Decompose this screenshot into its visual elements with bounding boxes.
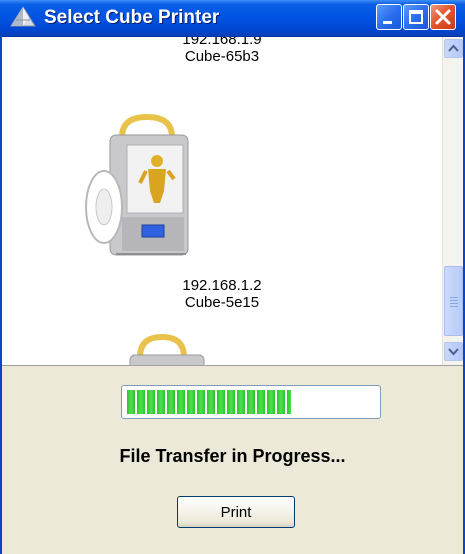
printer-item[interactable]: 192.168.1.2 Cube-5e15 xyxy=(2,107,442,317)
status-text: File Transfer in Progress... xyxy=(119,446,346,466)
maximize-button[interactable] xyxy=(403,4,429,30)
print-button[interactable]: Print xyxy=(177,496,295,528)
scroll-up-button[interactable] xyxy=(444,39,463,58)
window-title: Select Cube Printer xyxy=(44,7,220,28)
scrollbar-thumb[interactable] xyxy=(444,266,463,336)
cube-printer-icon xyxy=(129,333,205,365)
minimize-icon xyxy=(383,21,392,24)
chevron-up-icon xyxy=(448,44,459,52)
printer-name: Cube-5e15 xyxy=(184,294,260,311)
vertical-scrollbar[interactable] xyxy=(442,37,463,365)
close-button[interactable] xyxy=(430,4,456,30)
scroll-down-button[interactable] xyxy=(444,342,463,361)
printer-ip: 192.168.1.2 xyxy=(182,277,262,294)
panel-divider xyxy=(2,365,463,366)
printer-item[interactable]: 192.168.1.9 Cube-65b3 xyxy=(2,37,442,65)
printer-name: Cube-65b3 xyxy=(184,48,260,65)
printer-list[interactable]: 192.168.1.9 Cube-65b3 192.168.1.2 Cube-5… xyxy=(2,37,442,365)
close-icon xyxy=(435,9,451,25)
cube-printer-icon xyxy=(85,113,189,256)
maximize-icon xyxy=(409,10,423,24)
transfer-progress-bar xyxy=(121,385,381,419)
chevron-down-icon xyxy=(448,348,459,356)
progress-fill xyxy=(127,390,291,414)
cube-printer-app-icon xyxy=(10,6,36,27)
title-bar[interactable]: Select Cube Printer xyxy=(0,0,465,37)
printer-ip: 192.168.1.9 xyxy=(182,37,262,48)
minimize-button[interactable] xyxy=(376,4,402,30)
